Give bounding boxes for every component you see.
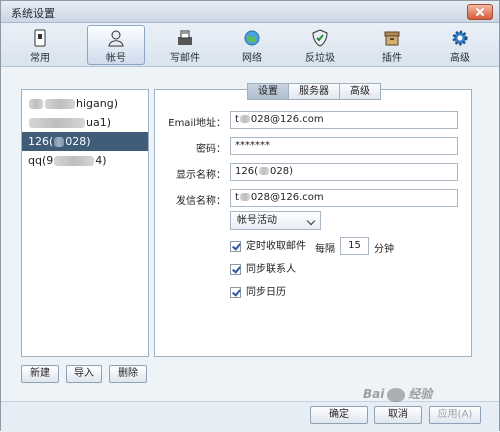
sync-calendar-label: 同步日历 bbox=[246, 287, 286, 298]
apply-button[interactable]: 应用(A) bbox=[429, 406, 481, 424]
sender-prefix: t bbox=[235, 192, 239, 203]
account-list[interactable]: higang) ua1) 126( 028) qq(9 4) bbox=[21, 89, 149, 357]
account-label-prefix: qq(9 bbox=[28, 154, 54, 167]
redacted-text bbox=[45, 99, 75, 109]
close-button[interactable] bbox=[467, 4, 493, 20]
ok-button[interactable]: 确定 bbox=[310, 406, 368, 424]
tab-settings[interactable]: 设置 bbox=[247, 83, 289, 100]
toolbar-item-plugins[interactable]: 插件 bbox=[367, 25, 417, 65]
sync-contacts-checkbox[interactable] bbox=[230, 264, 241, 275]
account-activity-value: 帐号活动 bbox=[237, 215, 277, 226]
chevron-down-icon bbox=[306, 216, 316, 226]
redacted-text bbox=[239, 193, 250, 201]
account-item[interactable]: qq(9 4) bbox=[22, 151, 148, 170]
account-label-prefix: 126( bbox=[28, 135, 54, 148]
sim-card-icon bbox=[34, 29, 46, 47]
plugin-box-icon bbox=[384, 31, 400, 46]
toolbar-item-antispam[interactable]: 反垃圾 bbox=[295, 25, 345, 65]
sender-name-label: 发信名称： bbox=[176, 196, 226, 207]
account-label-suffix: ua1) bbox=[86, 116, 112, 129]
user-icon bbox=[108, 30, 124, 47]
timed-receive-checkbox[interactable] bbox=[230, 241, 241, 252]
title-bar[interactable]: 系统设置 bbox=[1, 1, 499, 23]
redacted-text bbox=[54, 156, 95, 166]
toolbar-item-account[interactable]: 帐号 bbox=[87, 25, 145, 65]
redacted-text bbox=[29, 118, 85, 128]
display-suffix: 028) bbox=[270, 166, 293, 177]
delete-account-button[interactable]: 删除 bbox=[109, 365, 147, 383]
account-label-suffix: 4) bbox=[95, 154, 107, 167]
sender-name-field[interactable]: t 028@126.com bbox=[230, 189, 458, 207]
watermark-text-b: 经验 bbox=[408, 387, 433, 401]
new-account-button[interactable]: 新建 bbox=[21, 365, 59, 383]
account-item[interactable]: ua1) bbox=[22, 113, 148, 132]
toolbar-item-advanced[interactable]: 高级 bbox=[435, 25, 485, 65]
email-label: Email地址： bbox=[168, 118, 226, 129]
tab-server[interactable]: 服务器 bbox=[289, 83, 340, 100]
interval-unit-label: 分钟 bbox=[374, 244, 394, 255]
redacted-text bbox=[259, 167, 269, 175]
gear-icon bbox=[452, 30, 468, 46]
redacted-text bbox=[239, 115, 250, 123]
account-item[interactable]: higang) bbox=[22, 94, 148, 113]
interval-minutes-field[interactable]: 15 bbox=[340, 237, 369, 255]
toolbar-item-compose[interactable]: 写邮件 bbox=[157, 25, 213, 65]
watermark-text-a: Bai bbox=[363, 387, 385, 401]
toolbar-label-advanced: 高级 bbox=[450, 53, 470, 64]
password-label: 密码： bbox=[196, 144, 226, 155]
toolbar-label-compose: 写邮件 bbox=[170, 53, 200, 64]
import-account-button[interactable]: 导入 bbox=[66, 365, 102, 383]
password-field[interactable]: ******* bbox=[230, 137, 458, 155]
toolbar-label-general: 常用 bbox=[30, 53, 50, 64]
toolbar-item-network[interactable]: 网络 bbox=[227, 25, 277, 65]
dialog-footer bbox=[1, 401, 499, 432]
sync-calendar-checkbox[interactable] bbox=[230, 287, 241, 298]
settings-toolbar: 常用 帐号 写邮件 网络 反垃圾 插件 高级 bbox=[1, 23, 499, 67]
toolbar-label-antispam: 反垃圾 bbox=[305, 53, 335, 64]
settings-window: 系统设置 常用 帐号 写邮件 网络 反垃圾 插件 高级 higang) ua1)… bbox=[0, 0, 500, 432]
interval-prefix-label: 每隔 bbox=[315, 244, 335, 255]
email-suffix: 028@126.com bbox=[250, 114, 324, 125]
display-prefix: 126( bbox=[235, 166, 258, 177]
email-prefix: t bbox=[235, 114, 239, 125]
account-label-suffix: higang) bbox=[76, 97, 118, 110]
toolbar-label-account: 帐号 bbox=[106, 53, 126, 64]
tab-advanced[interactable]: 高级 bbox=[340, 83, 381, 100]
cancel-button[interactable]: 取消 bbox=[374, 406, 422, 424]
redacted-text bbox=[54, 137, 65, 147]
globe-icon bbox=[244, 30, 260, 46]
sender-suffix: 028@126.com bbox=[250, 192, 324, 203]
shield-icon bbox=[312, 29, 328, 47]
compose-icon bbox=[178, 30, 192, 45]
account-activity-dropdown[interactable]: 帐号活动 bbox=[230, 211, 321, 230]
baidu-watermark: Bai 经验 bbox=[363, 385, 432, 402]
redacted-text bbox=[29, 99, 43, 109]
toolbar-label-network: 网络 bbox=[242, 53, 262, 64]
toolbar-label-plugins: 插件 bbox=[382, 53, 402, 64]
timed-receive-label: 定时收取邮件 bbox=[246, 241, 306, 252]
window-title: 系统设置 bbox=[11, 7, 55, 20]
display-name-label: 显示名称： bbox=[176, 170, 226, 181]
paw-icon bbox=[387, 387, 406, 402]
account-label-suffix: 028) bbox=[65, 135, 91, 148]
sync-contacts-label: 同步联系人 bbox=[246, 264, 296, 275]
display-name-field[interactable]: 126( 028) bbox=[230, 163, 458, 181]
account-item-selected[interactable]: 126( 028) bbox=[22, 132, 148, 151]
settings-tabs: 设置 服务器 高级 bbox=[247, 83, 381, 100]
email-field[interactable]: t 028@126.com bbox=[230, 111, 458, 129]
toolbar-item-general[interactable]: 常用 bbox=[15, 25, 65, 65]
